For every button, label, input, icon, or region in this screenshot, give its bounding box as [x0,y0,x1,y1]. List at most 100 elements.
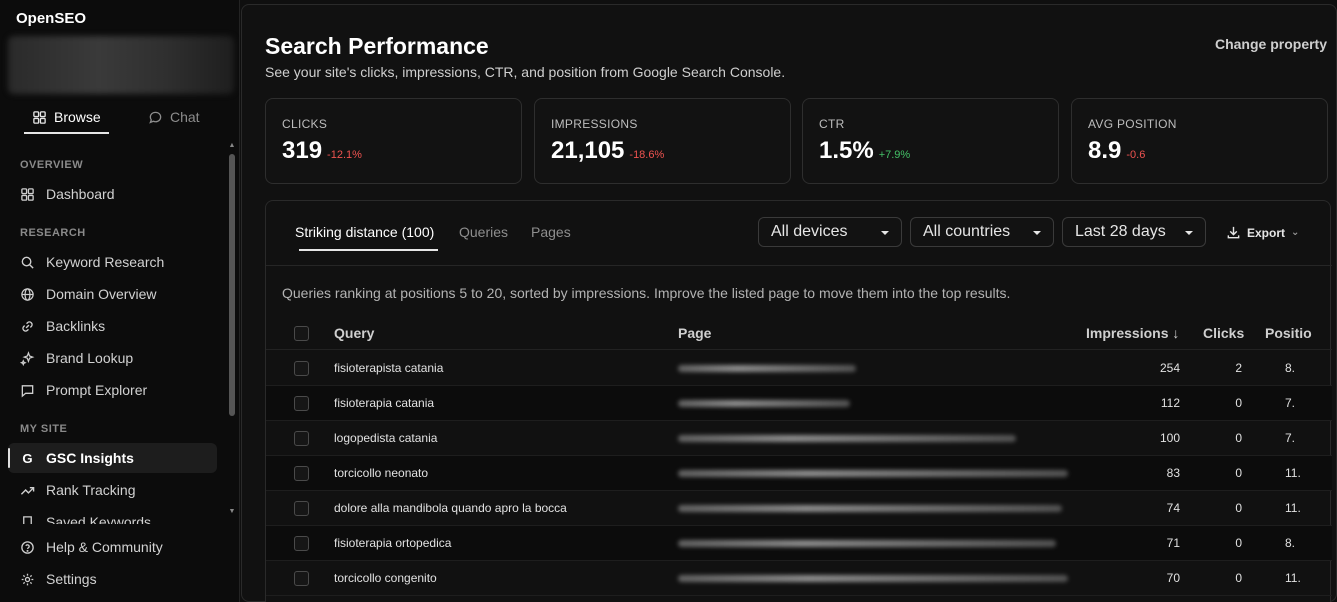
link-icon [20,319,35,334]
table-row[interactable]: torcicollo neonato 83 0 11. [266,456,1332,491]
blurred-page-url[interactable] [678,400,850,407]
impressions-cell: 254 [1159,361,1180,375]
sidebar-item-label: Settings [46,571,97,587]
column-impressions[interactable]: Impressions ↓ [1086,325,1179,341]
section-research: RESEARCH [20,227,86,239]
row-checkbox[interactable] [294,431,309,446]
blurred-page-url[interactable] [678,575,1068,582]
clicks-cell: 0 [1235,501,1242,515]
impressions-cell: 83 [1166,466,1180,480]
table-row[interactable]: dolore alla mandibola quando apro la boc… [266,491,1332,526]
sidebar-item-domain-overview[interactable]: Domain Overview [8,279,217,309]
panel-description: Queries ranking at positions 5 to 20, so… [282,285,1011,301]
column-position[interactable]: Positio [1265,325,1312,341]
row-checkbox[interactable] [294,536,309,551]
metric-label: IMPRESSIONS [551,117,638,131]
metric-delta: -18.6% [629,149,665,161]
row-checkbox[interactable] [294,466,309,481]
blurred-account-area[interactable] [8,36,234,94]
metric-card-avg-position: AVG POSITION 8.9 -0.6 [1071,98,1328,184]
sidebar-item-brand-lookup[interactable]: Brand Lookup [8,343,217,373]
grid-icon [32,110,47,125]
sidebar-item-prompt-explorer[interactable]: Prompt Explorer [8,375,217,405]
table-row[interactable]: fisioterapia catania 112 0 7. [266,386,1332,421]
grid-icon [20,187,35,202]
query-cell: fisioterapia catania [334,396,435,410]
sidebar-item-label: Rank Tracking [46,482,136,498]
position-cell: 11. [1285,571,1301,585]
sidebar-item-label: Keyword Research [46,254,165,270]
blurred-page-url[interactable] [678,540,1056,547]
caret-down-icon [881,231,889,235]
sidebar-scrollbar[interactable]: ▲ ▼ [228,142,236,520]
column-clicks[interactable]: Clicks [1203,325,1244,341]
change-property-button[interactable]: Change property [1215,36,1327,52]
column-query[interactable]: Query [334,325,374,341]
table-row[interactable]: fisioterapia ortopedica 71 0 8. [266,526,1332,561]
tab-browse-label: Browse [54,109,101,125]
metric-card-clicks: CLICKS 319 -12.1% [265,98,522,184]
devices-select[interactable]: All devices [758,217,902,247]
impressions-cell: 70 [1166,571,1180,585]
metric-value: 8.9 [1088,137,1122,164]
export-button[interactable]: Export ⌄ [1226,225,1299,240]
metric-label: CTR [819,117,845,131]
column-page[interactable]: Page [678,325,711,341]
sidebar-item-gsc-insights[interactable]: G GSC Insights [8,443,217,473]
countries-select[interactable]: All countries [910,217,1054,247]
select-all-checkbox[interactable] [294,326,309,341]
blurred-page-url[interactable] [678,470,1068,477]
metric-value-wrap: 319 -12.1% [282,137,362,165]
message-square-icon [20,383,35,398]
position-cell: 11. [1285,466,1301,480]
blurred-page-url[interactable] [678,505,1062,512]
devices-select-value: All devices [771,223,848,240]
sidebar-item-keyword-research[interactable]: Keyword Research [8,247,217,277]
metric-delta: +7.9% [878,149,911,161]
row-checkbox[interactable] [294,396,309,411]
clicks-cell: 0 [1235,431,1242,445]
position-cell: 7. [1285,396,1296,410]
sidebar-item-saved-keywords[interactable]: Saved Keywords [8,507,217,524]
metric-value-wrap: 21,105 -18.6% [551,137,664,165]
tab-pages[interactable]: Pages [531,224,571,240]
table-row[interactable]: fisioterapista catania 254 2 8. [266,351,1332,386]
chat-icon [148,110,163,125]
svg-text:G: G [22,451,32,466]
tab-browse[interactable]: Browse [24,100,117,134]
sidebar: OpenSEO Browse Chat OVERVIEW Dashboard R… [0,0,240,602]
blurred-page-url[interactable] [678,435,1016,442]
panel-divider [266,265,1332,266]
bookmark-icon [20,515,35,524]
query-cell: logopedista catania [334,431,438,445]
page-subtitle: See your site's clicks, impressions, CTR… [265,64,786,80]
metric-value-wrap: 1.5% +7.9% [819,137,910,165]
sidebar-item-settings[interactable]: Settings [8,564,217,594]
tab-striking-distance[interactable]: Striking distance (100) [295,224,439,251]
tab-queries[interactable]: Queries [459,224,508,240]
sidebar-item-rank-tracking[interactable]: Rank Tracking [8,475,217,505]
chevron-down-icon: ⌄ [1291,227,1300,238]
sidebar-item-backlinks[interactable]: Backlinks [8,311,217,341]
table-row[interactable]: logopedista catania 100 0 7. [266,421,1332,456]
scrollbar-thumb[interactable] [229,154,235,416]
row-checkbox[interactable] [294,501,309,516]
search-icon [20,255,35,270]
trending-up-icon [20,483,35,498]
scroll-up-icon[interactable]: ▲ [228,142,236,150]
sidebar-item-dashboard[interactable]: Dashboard [8,179,217,209]
blurred-page-url[interactable] [678,365,856,372]
sidebar-item-help[interactable]: Help & Community [8,532,217,562]
tab-chat[interactable]: Chat [148,100,200,134]
impressions-cell: 112 [1160,396,1180,410]
sidebar-item-label: Domain Overview [46,286,157,302]
sidebar-item-label: Saved Keywords [46,514,152,524]
table-header: Query Page Impressions ↓ Clicks Positio [266,316,1332,350]
download-icon [1226,225,1241,240]
metric-value: 319 [282,137,323,164]
date-range-select[interactable]: Last 28 days [1062,217,1206,247]
row-checkbox[interactable] [294,571,309,586]
table-row[interactable]: torcicollo congenito 70 0 11. [266,561,1332,596]
scroll-down-icon[interactable]: ▼ [228,508,236,516]
row-checkbox[interactable] [294,361,309,376]
